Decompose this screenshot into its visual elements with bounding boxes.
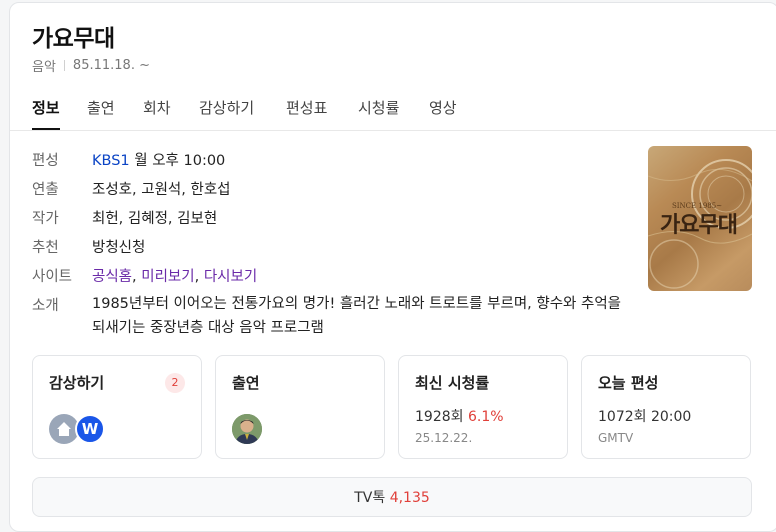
program-title[interactable]: 가요무대	[32, 19, 115, 53]
tab-schedule[interactable]: 편성표	[286, 97, 327, 118]
meta-divider	[63, 60, 65, 71]
tab-watch[interactable]: 감상하기	[199, 97, 254, 118]
tab-cast[interactable]: 출연	[87, 97, 115, 118]
today-schedule-card[interactable]: 오늘 편성 1072회 20:00 GMTV	[581, 355, 751, 459]
intro-key: 소개	[32, 298, 59, 314]
site-links: 공식홈, 미리보기, 다시보기	[92, 269, 258, 285]
schedule-key: 편성	[32, 153, 59, 169]
poster-logo-text: 가요무대	[660, 212, 737, 238]
director-key: 연출	[32, 182, 59, 198]
today-episode: 1072회	[598, 409, 647, 425]
today-card-title: 오늘 편성	[598, 374, 659, 392]
cast-avatar[interactable]	[232, 414, 262, 444]
channel-link[interactable]: KBS1	[92, 153, 130, 169]
schedule-time: 월 오후 10:00	[134, 153, 226, 169]
tvtalk-count: 4,135	[389, 490, 430, 506]
ratings-date: 25.12.22.	[415, 431, 473, 445]
preview-link[interactable]: 미리보기	[141, 269, 194, 285]
ratings-line: 1928회 6.1%	[415, 406, 504, 426]
poster-art: SINCE 1985~ 가요무대	[648, 159, 752, 289]
tvtalk-label: TV톡	[354, 490, 386, 506]
poster-tagline: SINCE 1985~	[672, 202, 722, 210]
program-start-date: 85.11.18. ~	[72, 58, 150, 73]
cast-card[interactable]: 출연	[215, 355, 385, 459]
intro-text: 1985년부터 이어오는 전통가요의 명가! 흘러간 노래와 트로트를 부르며,…	[92, 296, 622, 336]
ratings-card-title: 최신 시청률	[415, 374, 490, 392]
cast-card-title: 출연	[232, 374, 260, 392]
tab-videos[interactable]: 영상	[429, 97, 457, 118]
director-value: 조성호, 고원석, 한호섭	[92, 182, 231, 198]
wavve-icon[interactable]: W	[75, 414, 105, 444]
watch-count-badge: 2	[165, 373, 185, 393]
tab-info[interactable]: 정보	[32, 97, 60, 130]
replay-link[interactable]: 다시보기	[204, 269, 257, 285]
ratings-value: 6.1%	[467, 409, 504, 425]
today-time: 20:00	[650, 409, 692, 425]
schedule-value: KBS1 월 오후 10:00	[92, 149, 225, 170]
program-poster[interactable]: SINCE 1985~ 가요무대	[648, 146, 752, 291]
official-home-link[interactable]: 공식홈	[92, 269, 132, 285]
tab-ratings[interactable]: 시청률	[358, 97, 399, 118]
ratings-episode: 1928회	[415, 409, 464, 425]
watch-card-title: 감상하기	[49, 374, 105, 392]
program-meta: 음악 85.11.18. ~	[32, 56, 150, 75]
site-key: 사이트	[32, 269, 73, 285]
tab-bar: 정보 출연 회차 감상하기 편성표 시청률 영상	[10, 93, 776, 131]
today-line: 1072회 20:00	[598, 406, 691, 426]
watch-card[interactable]: 감상하기 2 W	[32, 355, 202, 459]
writer-key: 작가	[32, 211, 59, 227]
tvtalk-button[interactable]: TV톡 4,135	[32, 477, 752, 517]
today-channel: GMTV	[598, 431, 634, 445]
recommend-key: 추천	[32, 240, 59, 256]
program-info-card: 가요무대 음악 85.11.18. ~ 정보 출연 회차 감상하기 편성표 시청…	[9, 2, 776, 532]
writer-value: 최헌, 김혜정, 김보현	[92, 211, 218, 227]
audience-apply-link[interactable]: 방청신청	[92, 236, 145, 257]
program-category: 음악	[32, 60, 56, 75]
ratings-card[interactable]: 최신 시청률 1928회 6.1% 25.12.22.	[398, 355, 568, 459]
tab-episodes[interactable]: 회차	[143, 97, 171, 118]
